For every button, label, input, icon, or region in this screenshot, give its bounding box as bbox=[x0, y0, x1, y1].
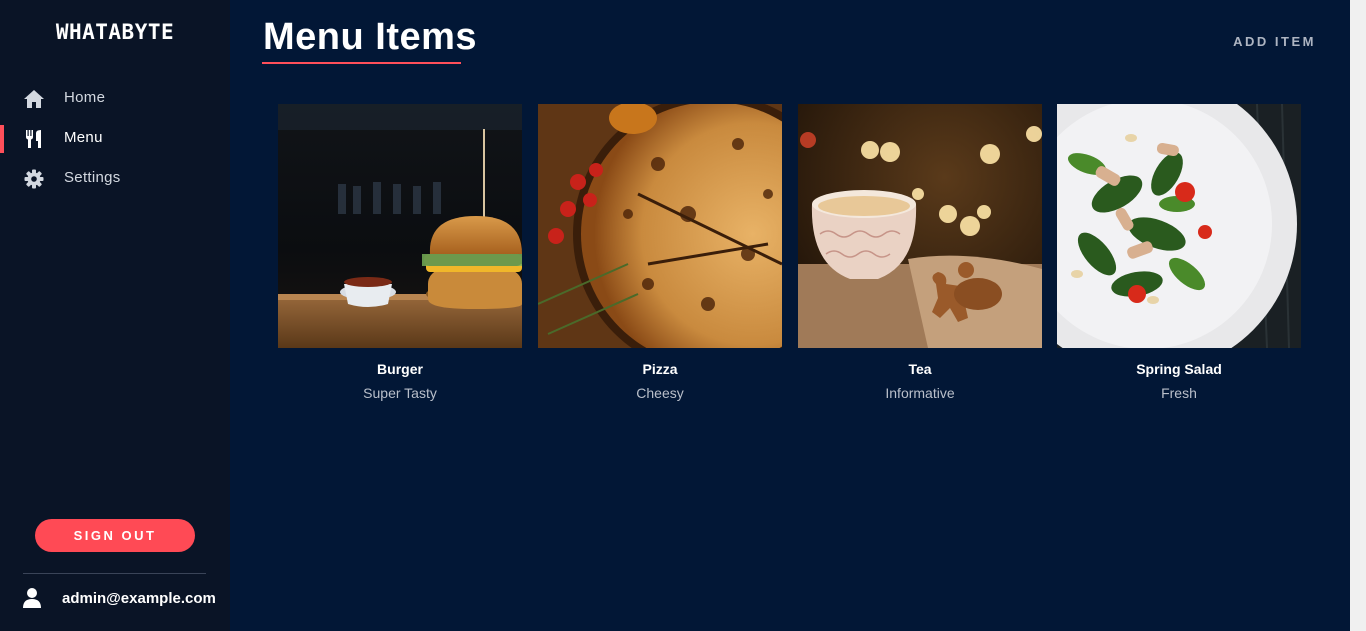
main-content: Menu Items ADD ITEM Burger Super Tasty P… bbox=[230, 0, 1350, 631]
sidebar-item-settings[interactable]: Settings bbox=[0, 160, 230, 196]
utensils-icon bbox=[23, 128, 45, 150]
menu-item-card[interactable]: Burger Super Tasty bbox=[278, 104, 522, 404]
menu-item-name: Tea bbox=[908, 361, 932, 377]
sidebar-divider bbox=[23, 573, 206, 574]
menu-item-card[interactable]: Tea Informative bbox=[798, 104, 1042, 404]
menu-item-name: Burger bbox=[377, 361, 423, 377]
menu-item-description: Informative bbox=[885, 385, 955, 401]
menu-item-description: Fresh bbox=[1161, 385, 1197, 401]
sign-out-button[interactable]: SIGN OUT bbox=[35, 519, 195, 552]
burger-photo bbox=[278, 104, 522, 348]
sidebar-item-label: Settings bbox=[64, 169, 121, 186]
page-title: Menu Items bbox=[263, 16, 478, 58]
home-icon bbox=[23, 88, 45, 110]
menu-item-description: Super Tasty bbox=[363, 385, 437, 401]
scrollbar[interactable] bbox=[1350, 0, 1366, 631]
sidebar-item-label: Home bbox=[64, 89, 106, 106]
menu-item-card[interactable]: Spring Salad Fresh bbox=[1057, 104, 1301, 404]
salad-photo bbox=[1057, 104, 1301, 348]
brand-logo[interactable]: WHATABYTE bbox=[0, 20, 230, 44]
add-item-button[interactable]: ADD ITEM bbox=[1233, 34, 1316, 49]
menu-item-name: Pizza bbox=[642, 361, 678, 377]
sidebar: WHATABYTE Home Menu Settings SIGN OUT ad… bbox=[0, 0, 230, 631]
user-email: admin@example.com bbox=[62, 590, 216, 607]
menu-item-card[interactable]: Pizza Cheesy bbox=[538, 104, 782, 404]
user-icon bbox=[22, 587, 42, 609]
tea-photo bbox=[798, 104, 1042, 348]
gear-icon bbox=[23, 168, 45, 190]
menu-item-name: Spring Salad bbox=[1136, 361, 1222, 377]
sidebar-item-label: Menu bbox=[64, 129, 103, 146]
sidebar-item-home[interactable]: Home bbox=[0, 80, 230, 116]
title-underline bbox=[262, 62, 461, 64]
user-profile[interactable]: admin@example.com bbox=[0, 584, 230, 614]
sidebar-item-menu[interactable]: Menu bbox=[0, 120, 230, 156]
pizza-photo bbox=[538, 104, 782, 348]
menu-item-description: Cheesy bbox=[636, 385, 684, 401]
